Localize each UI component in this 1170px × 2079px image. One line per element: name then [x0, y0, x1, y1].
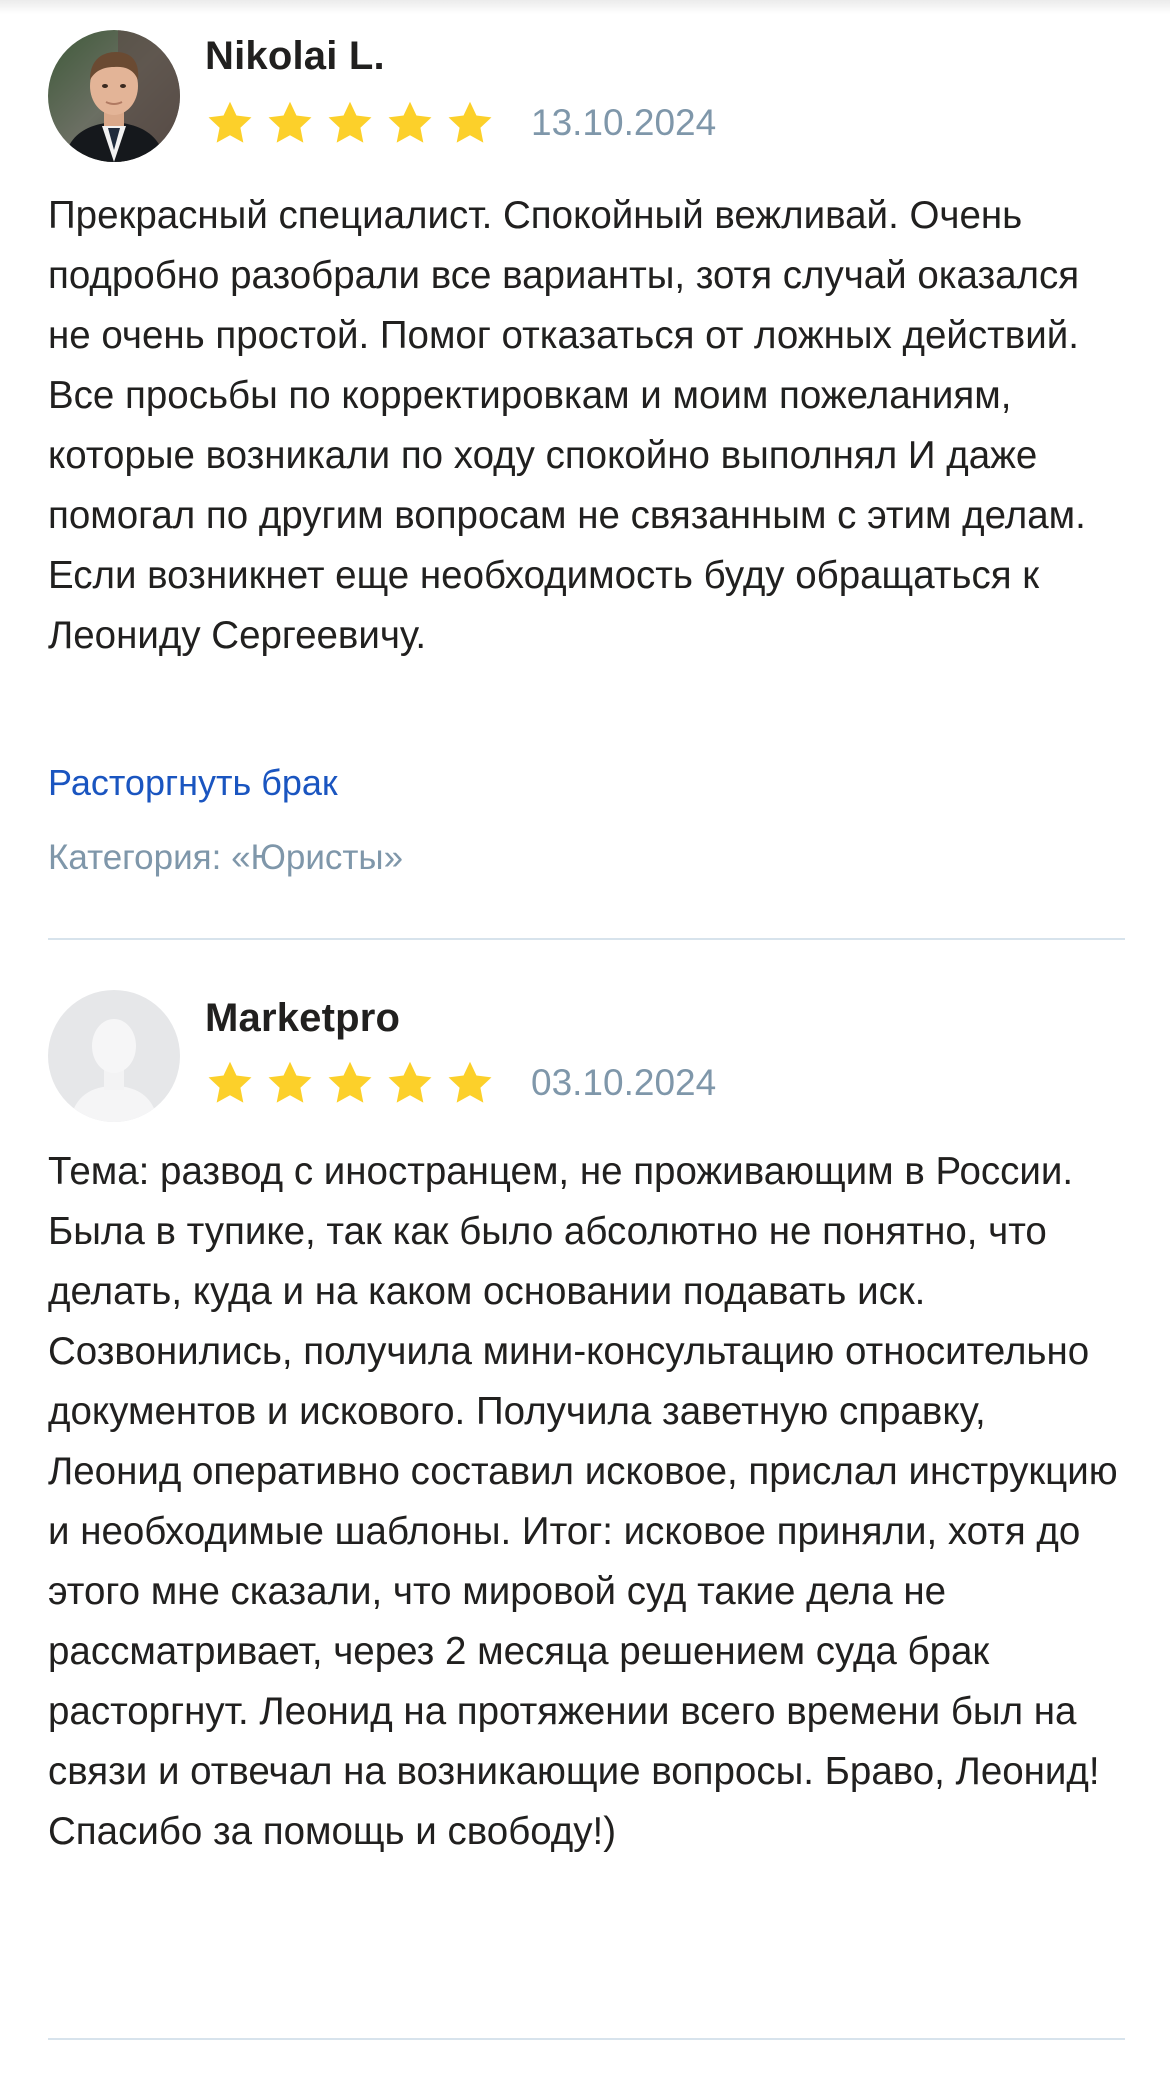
star-icon [328, 101, 372, 143]
review-author-name[interactable]: Nikolai L. [205, 34, 385, 79]
rating-stars [205, 1058, 495, 1108]
service-tag-link[interactable]: Расторгнуть брак [48, 762, 338, 804]
review-author-name[interactable]: Marketpro [205, 996, 400, 1041]
star-icon [208, 101, 252, 143]
star-icon [268, 101, 312, 143]
star-icon [388, 1061, 432, 1103]
star-icon [268, 1061, 312, 1103]
reviews-feed: Nikolai L. 13.10.2024 Прекрасный специал… [48, 0, 1125, 2040]
review-text: Тема: развод с иностранцем, не проживающ… [48, 1150, 1118, 1853]
avatar[interactable] [48, 30, 180, 162]
rating-stars [205, 98, 495, 148]
review-card: Nikolai L. 13.10.2024 Прекрасный специал… [48, 0, 1125, 940]
review-card: Marketpro 03.10.2024 Тема: развод с инос… [48, 940, 1125, 2040]
review-date: 03.10.2024 [531, 1062, 717, 1103]
star-icon [448, 101, 492, 143]
review-category: Категория: «Юристы» [48, 838, 404, 877]
avatar[interactable] [48, 990, 180, 1122]
star-icon [388, 101, 432, 143]
star-icon [448, 1061, 492, 1103]
review-text: Прекрасный специалист. Спокойный вежлива… [48, 194, 1086, 657]
default-user-silhouette-icon [48, 990, 180, 1122]
person-photo-icon [48, 30, 180, 162]
star-icon [208, 1061, 252, 1103]
star-icon [328, 1061, 372, 1103]
review-date: 13.10.2024 [531, 102, 717, 143]
